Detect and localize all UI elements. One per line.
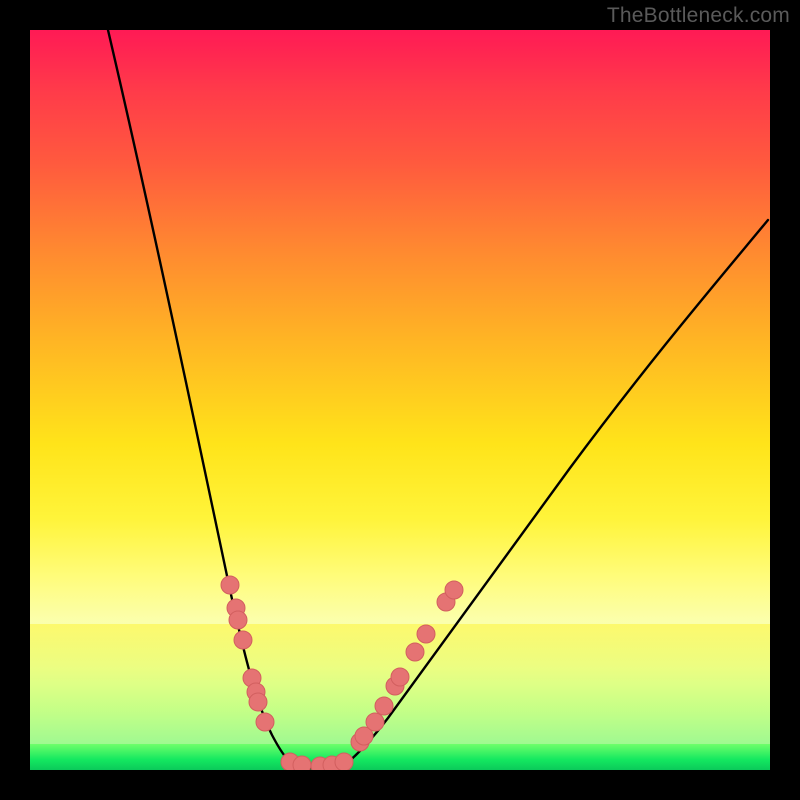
- marker-6: [249, 693, 267, 711]
- series-left-branch: [108, 30, 298, 767]
- marker-2: [229, 611, 247, 629]
- watermark-text: TheBottleneck.com: [607, 4, 790, 28]
- curve-markers: [221, 576, 463, 770]
- marker-20: [417, 625, 435, 643]
- marker-12: [335, 753, 353, 770]
- curve-paths: [108, 30, 768, 769]
- marker-9: [293, 756, 311, 770]
- marker-16: [375, 697, 393, 715]
- marker-3: [234, 631, 252, 649]
- marker-7: [256, 713, 274, 731]
- series-right-branch: [342, 220, 768, 767]
- marker-19: [406, 643, 424, 661]
- marker-0: [221, 576, 239, 594]
- marker-18: [391, 668, 409, 686]
- curve-layer: [30, 30, 770, 770]
- chart-stage: TheBottleneck.com: [0, 0, 800, 800]
- marker-22: [445, 581, 463, 599]
- marker-15: [366, 713, 384, 731]
- plot-area: [30, 30, 770, 770]
